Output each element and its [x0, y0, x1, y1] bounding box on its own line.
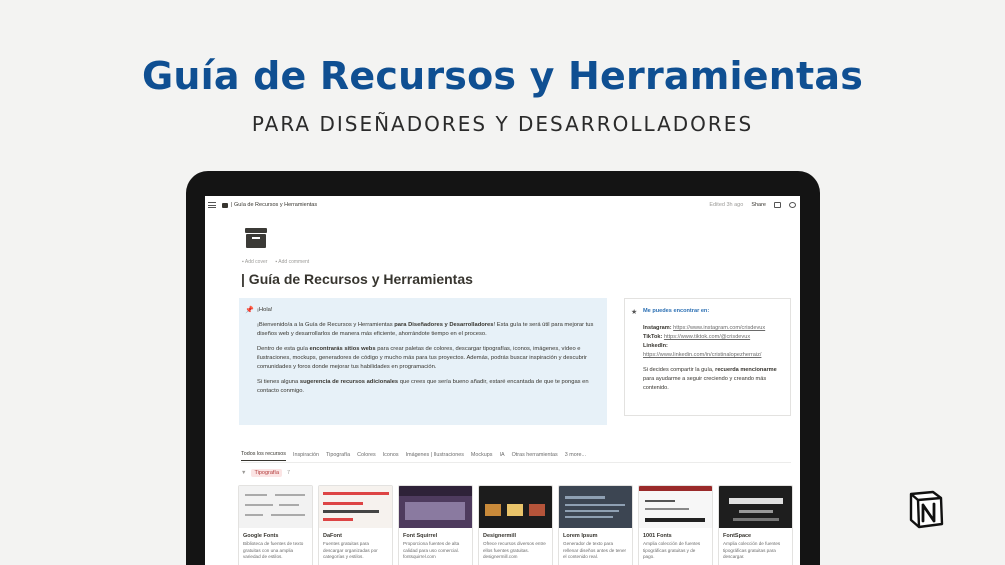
tab-imagenes-ilustraciones[interactable]: Imágenes | Ilustraciones [406, 452, 464, 461]
card-description: Generador de texto para rellenar diseños… [563, 541, 627, 560]
gallery-card[interactable]: Lorem Ipsum Generador de texto para rell… [558, 485, 633, 565]
card-description: Fuentes gratuitas para descargar organiz… [323, 541, 378, 560]
card-description: Amplia colección de fuentes tipográficas… [723, 541, 781, 560]
gallery-card[interactable]: Designermill Ofrece recursos diversos en… [478, 485, 553, 565]
card-description: Ofrece recursos diversos entre ellos fue… [483, 541, 546, 560]
page-title[interactable]: | Guía de Recursos y Herramientas [241, 271, 473, 287]
hero-subtitle: PARA DISEÑADORES Y DESARROLLADORES [251, 112, 754, 136]
card-name: Designermill [483, 533, 517, 539]
callout-paragraph-3: Si tienes alguna sugerencia de recursos … [257, 378, 589, 394]
sidebar-toggle-icon[interactable] [208, 202, 216, 208]
gallery-card[interactable]: Font Squirrel Proporciona fuentes de alt… [398, 485, 473, 565]
group-tag: Tipografía [251, 469, 283, 477]
page-archive-icon[interactable] [245, 228, 267, 248]
tab-iconos[interactable]: Iconos [383, 452, 399, 461]
group-header[interactable]: ▼ Tipografía 7 [241, 469, 290, 477]
instagram-row: Instagram: https://www.instagram.com/cri… [643, 324, 766, 331]
group-count: 7 [287, 470, 291, 476]
tab-colores[interactable]: Colores [357, 452, 376, 461]
welcome-callout: 📌 ¡Hola! ¡Bienvenido/a a la Guía de Recu… [239, 298, 607, 425]
card-thumbnail [639, 486, 712, 528]
gallery-card[interactable]: 1001 Fonts Amplia colección de fuentes t… [638, 485, 713, 565]
tab-more[interactable]: 3 more... [565, 452, 586, 461]
archive-icon [222, 202, 228, 208]
share-button[interactable]: Share [751, 202, 766, 208]
edited-status: Edited 3h ago [709, 202, 744, 208]
linkedin-link[interactable]: https://www.linkedin.com/in/cristinalope… [643, 351, 781, 360]
linkedin-label: LinkedIn: [643, 342, 668, 349]
breadcrumb[interactable]: | Guía de Recursos y Herramientas [231, 202, 317, 208]
social-callout: ★ Me puedes encontrar en: Instagram: htt… [624, 298, 791, 416]
tab-ia[interactable]: IA [500, 452, 505, 461]
tab-inspiracion[interactable]: Inspiración [293, 452, 319, 461]
card-description: Proporciona fuentes de alta calidad para… [403, 541, 460, 560]
comment-icon[interactable] [774, 202, 781, 208]
card-thumbnail [479, 486, 552, 528]
tab-mockups[interactable]: Mockups [471, 452, 493, 461]
topbar: | Guía de Recursos y Herramientas Edited… [205, 196, 800, 214]
card-name: Lorem Ipsum [563, 533, 598, 539]
gallery-cards: Google Fonts Biblioteca de fuentes de te… [238, 485, 793, 565]
card-name: Google Fonts [243, 533, 279, 539]
tiktok-row: TikTok: https://www.tiktok.com/@crisdevu… [643, 333, 751, 340]
card-description: Biblioteca de fuentes de texto gratuitas… [243, 541, 304, 560]
instagram-link[interactable]: https://www.instagram.com/crisdevux [673, 325, 765, 331]
collapse-triangle-icon[interactable]: ▼ [241, 470, 246, 476]
gallery-card[interactable]: FontSpace Amplia colección de fuentes ti… [718, 485, 793, 565]
tab-otras-herramientas[interactable]: Otras herramientas [512, 452, 558, 461]
share-note: Si decides compartir la guía, recuerda m… [643, 366, 777, 391]
star-icon: ★ [631, 309, 638, 316]
gallery-card[interactable]: DaFont Fuentes gratuitas para descargar … [318, 485, 393, 565]
card-description: Amplia colección de fuentes tipográficas… [643, 541, 701, 560]
page-actions: Add cover Add comment [242, 259, 309, 265]
tab-tipografia[interactable]: Tipografía [326, 452, 350, 461]
card-thumbnail [239, 486, 312, 528]
callout-paragraph-1: ¡Bienvenido/a a la Guía de Recursos y He… [257, 321, 594, 337]
add-cover-button[interactable]: Add cover [242, 259, 268, 265]
updates-clock-icon[interactable] [789, 202, 796, 208]
notion-logo-icon [909, 490, 944, 529]
database-view-tabs: Todos los recursos Inspiración Tipografí… [241, 450, 791, 463]
card-thumbnail [399, 486, 472, 528]
card-thumbnail [319, 486, 392, 528]
pin-icon: 📌 [245, 307, 254, 314]
tab-todos-los-recursos[interactable]: Todos los recursos [241, 451, 286, 461]
gallery-card[interactable]: Google Fonts Biblioteca de fuentes de te… [238, 485, 313, 565]
card-thumbnail [559, 486, 632, 528]
topbar-right: Edited 3h ago Share [709, 202, 796, 208]
card-name: Font Squirrel [403, 533, 438, 539]
hero-title: Guía de Recursos y Herramientas [141, 54, 864, 98]
card-name: 1001 Fonts [643, 533, 672, 539]
card-name: DaFont [323, 533, 342, 539]
card-name: FontSpace [723, 533, 752, 539]
callout-paragraph-2: Dentro de esta guía encontrarás sitios w… [257, 345, 587, 370]
social-heading: Me puedes encontrar en: [643, 308, 710, 314]
add-comment-button[interactable]: Add comment [275, 259, 309, 265]
tiktok-link[interactable]: https://www.tiktok.com/@crisdevux [664, 334, 750, 340]
notion-screen: | Guía de Recursos y Herramientas Edited… [205, 196, 800, 565]
card-thumbnail [719, 486, 792, 528]
callout-greeting: ¡Hola! [257, 307, 273, 313]
